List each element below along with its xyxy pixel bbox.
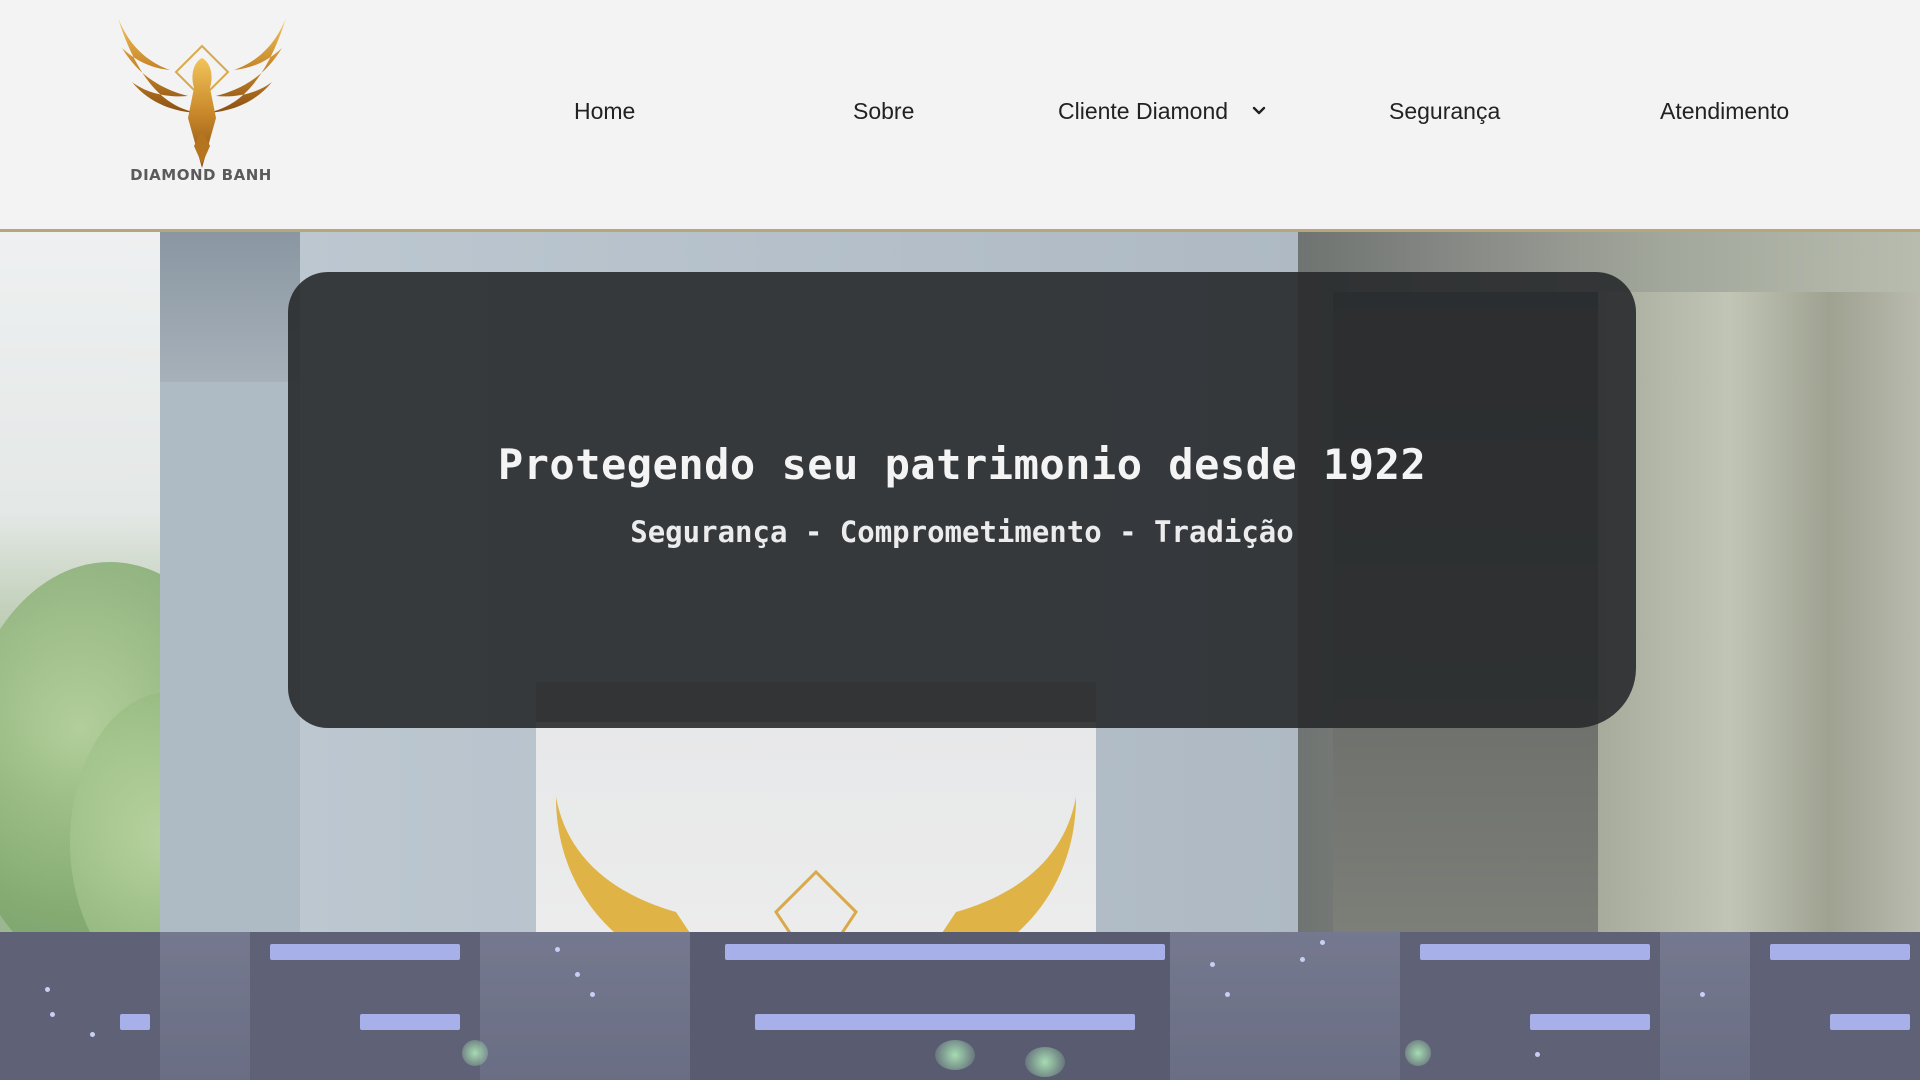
nav-seguranca[interactable]: Segurança [1389,98,1500,125]
site-header: DIAMOND BANH Home Sobre Cliente Diamond … [0,0,1920,232]
nav-home[interactable]: Home [574,98,635,125]
eagle-icon [556,797,1076,932]
nav-sobre[interactable]: Sobre [853,98,914,125]
hero-subtitle: Segurança - Comprometimento - Tradição [630,515,1294,549]
datacenter-image [0,932,1920,1080]
hero-card: Protegendo seu patrimonio desde 1922 Seg… [288,272,1636,728]
hero-title: Protegendo seu patrimonio desde 1922 [497,440,1427,489]
main-nav: Home Sobre Cliente Diamond Segurança Ate… [0,0,1920,229]
hero-section: Protegendo seu patrimonio desde 1922 Seg… [0,232,1920,932]
chevron-down-icon[interactable] [1252,104,1266,118]
nav-cliente-diamond[interactable]: Cliente Diamond [1058,98,1228,125]
nav-atendimento[interactable]: Atendimento [1660,98,1789,125]
